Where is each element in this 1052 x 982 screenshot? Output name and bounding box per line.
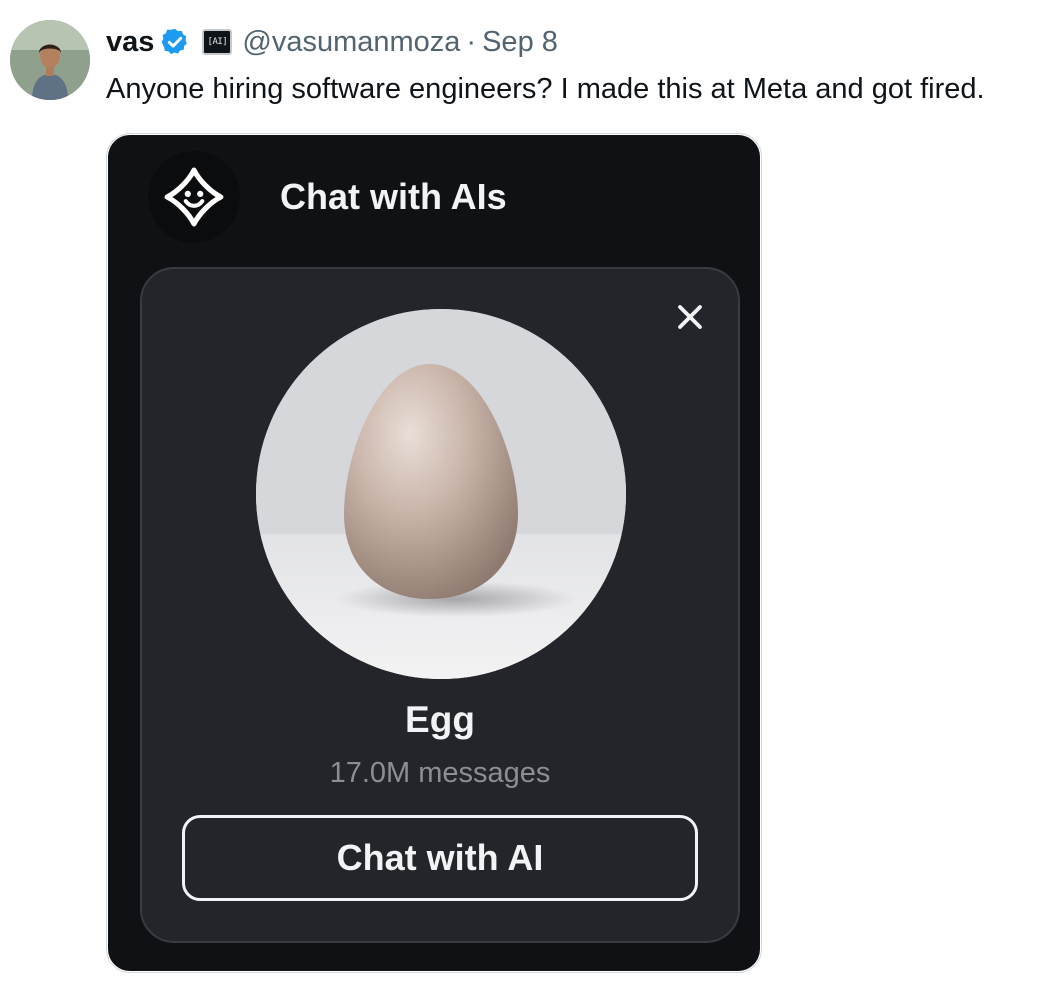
chat-with-ai-button[interactable]: Chat with AI: [182, 815, 698, 901]
author-avatar[interactable]: [10, 20, 90, 100]
tweet-date[interactable]: Sep 8: [482, 24, 558, 60]
tweet-text: Anyone hiring software engineers? I made…: [106, 73, 985, 105]
tweet-media[interactable]: Chat with AIs Egg 17.0M messages Chat wi…: [106, 133, 762, 973]
close-icon: [678, 305, 702, 329]
display-name[interactable]: vas: [106, 24, 154, 60]
author-handle[interactable]: @vasumanmoza: [242, 24, 460, 60]
verified-check-icon: [160, 27, 190, 57]
message-count: 17.0M messages: [329, 757, 551, 789]
app-title: Chat with AIs: [280, 176, 507, 217]
close-button[interactable]: [670, 297, 710, 337]
ai-character-card: Egg 17.0M messages Chat with AI: [140, 267, 740, 943]
tweet-header: vas [AI] @vasumanmoza · Sep 8: [106, 24, 558, 60]
tweet: vas [AI] @vasumanmoza · Sep 8 Anyone hir…: [0, 0, 1052, 982]
separator-dot: ·: [466, 26, 477, 58]
smiley-sparkle-icon: [148, 151, 240, 243]
ai-avatar-image: [256, 309, 626, 679]
ai-name: Egg: [405, 699, 475, 740]
affiliation-badge[interactable]: [AI]: [202, 29, 233, 55]
app-screen: Chat with AIs Egg 17.0M messages Chat wi…: [108, 135, 760, 971]
